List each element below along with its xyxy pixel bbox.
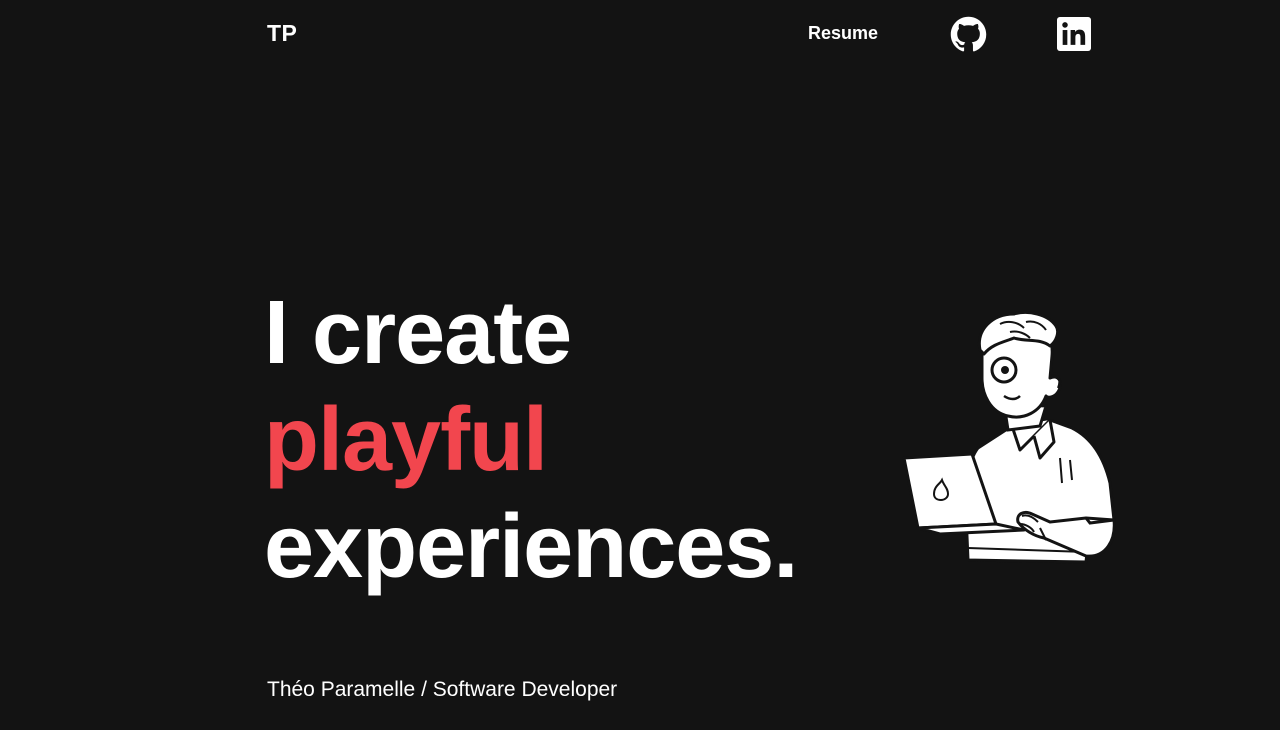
linkedin-link[interactable] xyxy=(1057,17,1091,51)
hero-line-2-accent: playful xyxy=(264,390,548,490)
developer-illustration xyxy=(900,308,1125,570)
top-nav: TP Resume xyxy=(0,0,1280,70)
page: TP Resume I create playful experiences. … xyxy=(0,0,1280,730)
logo-link[interactable]: TP xyxy=(267,20,297,47)
hero-line-1: I create xyxy=(264,283,572,383)
github-icon xyxy=(950,16,987,53)
hero-title: I create playful experiences. xyxy=(264,280,798,601)
resume-link[interactable]: Resume xyxy=(808,23,878,44)
hero-line-3: experiences. xyxy=(264,497,798,597)
developer-with-laptop-icon xyxy=(902,311,1116,564)
linkedin-icon xyxy=(1057,17,1091,51)
github-link[interactable] xyxy=(950,16,987,53)
subtitle: Théo Paramelle / Software Developer xyxy=(267,678,618,701)
